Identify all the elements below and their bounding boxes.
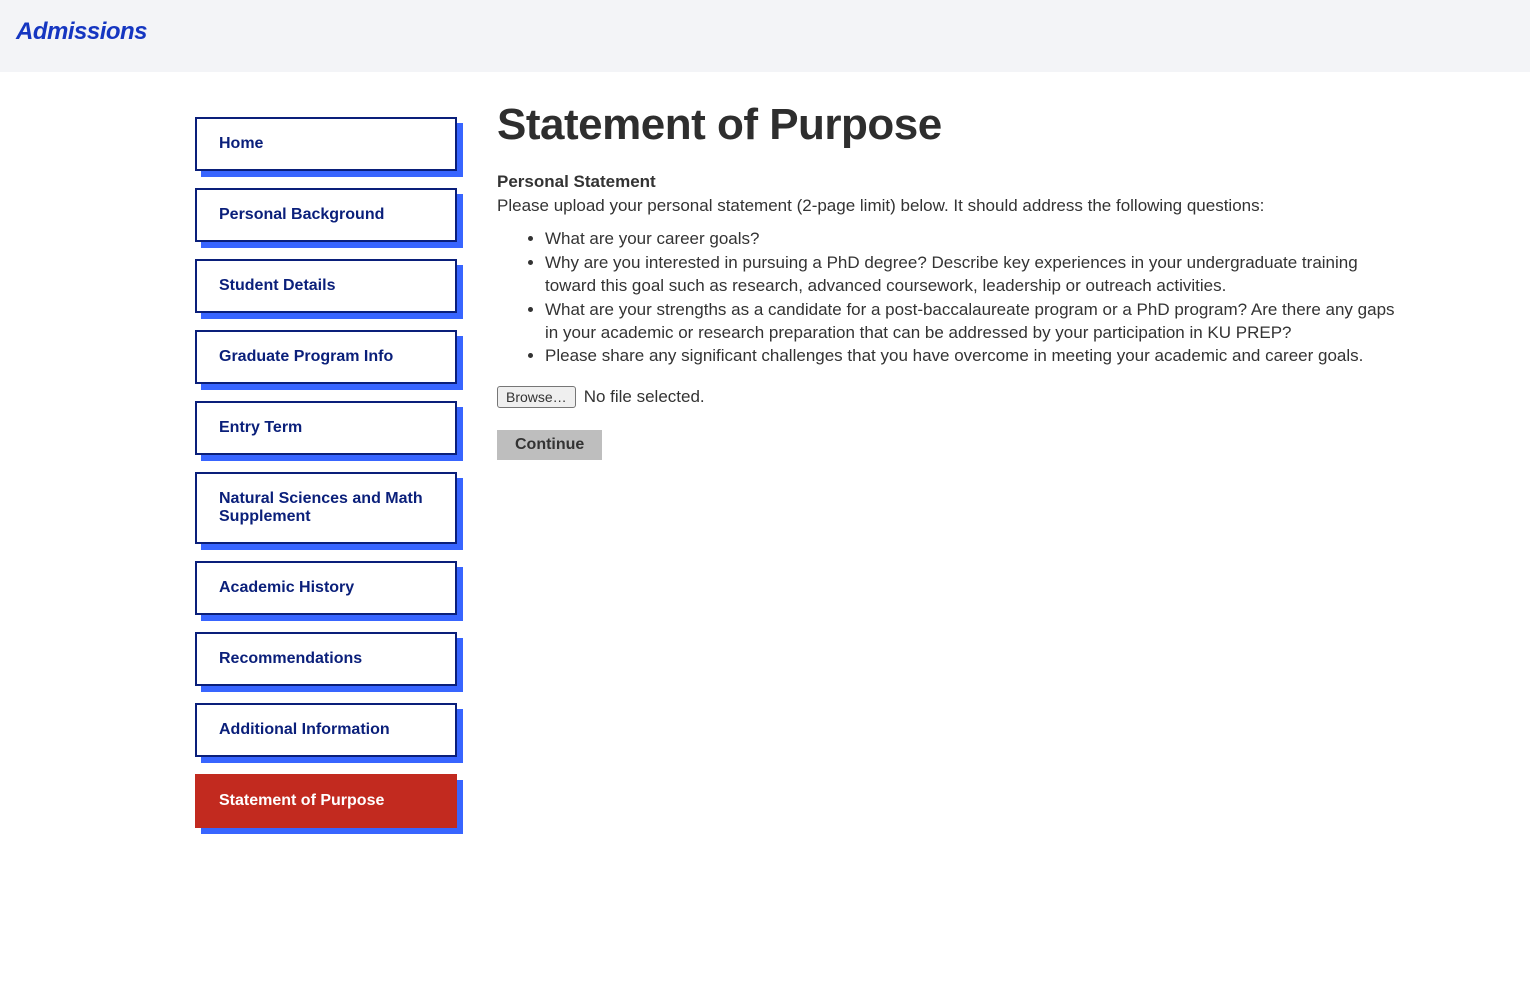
sidebar-item-home[interactable]: Home xyxy=(195,117,457,171)
sidebar-item-label: Personal Background xyxy=(219,206,384,224)
sidebar-item-label: Academic History xyxy=(219,579,354,597)
sidebar-item-recommendations[interactable]: Recommendations xyxy=(195,632,457,686)
list-item: Why are you interested in pursuing a PhD… xyxy=(545,252,1405,298)
main-content: Statement of Purpose Personal Statement … xyxy=(497,100,1405,845)
sidebar-item-label: Additional Information xyxy=(219,721,390,739)
list-item: What are your career goals? xyxy=(545,228,1405,251)
continue-button[interactable]: Continue xyxy=(497,430,602,460)
brand-title[interactable]: Admissions xyxy=(16,18,147,45)
sidebar-item-label: Entry Term xyxy=(219,419,302,437)
sidebar-item-label: Home xyxy=(219,135,263,153)
header-bar: Admissions xyxy=(0,0,1530,72)
file-upload-row: Browse… No file selected. xyxy=(497,386,1405,408)
sidebar-item-graduate-program-info[interactable]: Graduate Program Info xyxy=(195,330,457,384)
sidebar-item-label: Graduate Program Info xyxy=(219,348,393,366)
sidebar-item-additional-information[interactable]: Additional Information xyxy=(195,703,457,757)
page-title: Statement of Purpose xyxy=(497,100,1405,150)
sidebar-item-statement-of-purpose[interactable]: Statement of Purpose xyxy=(195,774,457,828)
sidebar-item-natural-sciences-math-supplement[interactable]: Natural Sciences and Math Supplement xyxy=(195,472,457,544)
sidebar-item-label: Natural Sciences and Math Supplement xyxy=(219,490,433,526)
section-heading: Personal Statement xyxy=(497,172,1405,192)
list-item: What are your strengths as a candidate f… xyxy=(545,299,1405,345)
sidebar-item-label: Student Details xyxy=(219,277,335,295)
sidebar-item-entry-term[interactable]: Entry Term xyxy=(195,401,457,455)
browse-button[interactable]: Browse… xyxy=(497,386,576,408)
sidebar-nav: Home Personal Background Student Details… xyxy=(195,100,457,845)
intro-text: Please upload your personal statement (2… xyxy=(497,194,1405,218)
sidebar-item-personal-background[interactable]: Personal Background xyxy=(195,188,457,242)
sidebar-item-label: Statement of Purpose xyxy=(219,792,384,810)
sidebar-item-student-details[interactable]: Student Details xyxy=(195,259,457,313)
page-container: Home Personal Background Student Details… xyxy=(85,72,1445,885)
sidebar-item-academic-history[interactable]: Academic History xyxy=(195,561,457,615)
question-list: What are your career goals? Why are you … xyxy=(497,228,1405,369)
list-item: Please share any significant challenges … xyxy=(545,345,1405,368)
sidebar-item-label: Recommendations xyxy=(219,650,362,668)
file-status-text: No file selected. xyxy=(584,387,705,407)
